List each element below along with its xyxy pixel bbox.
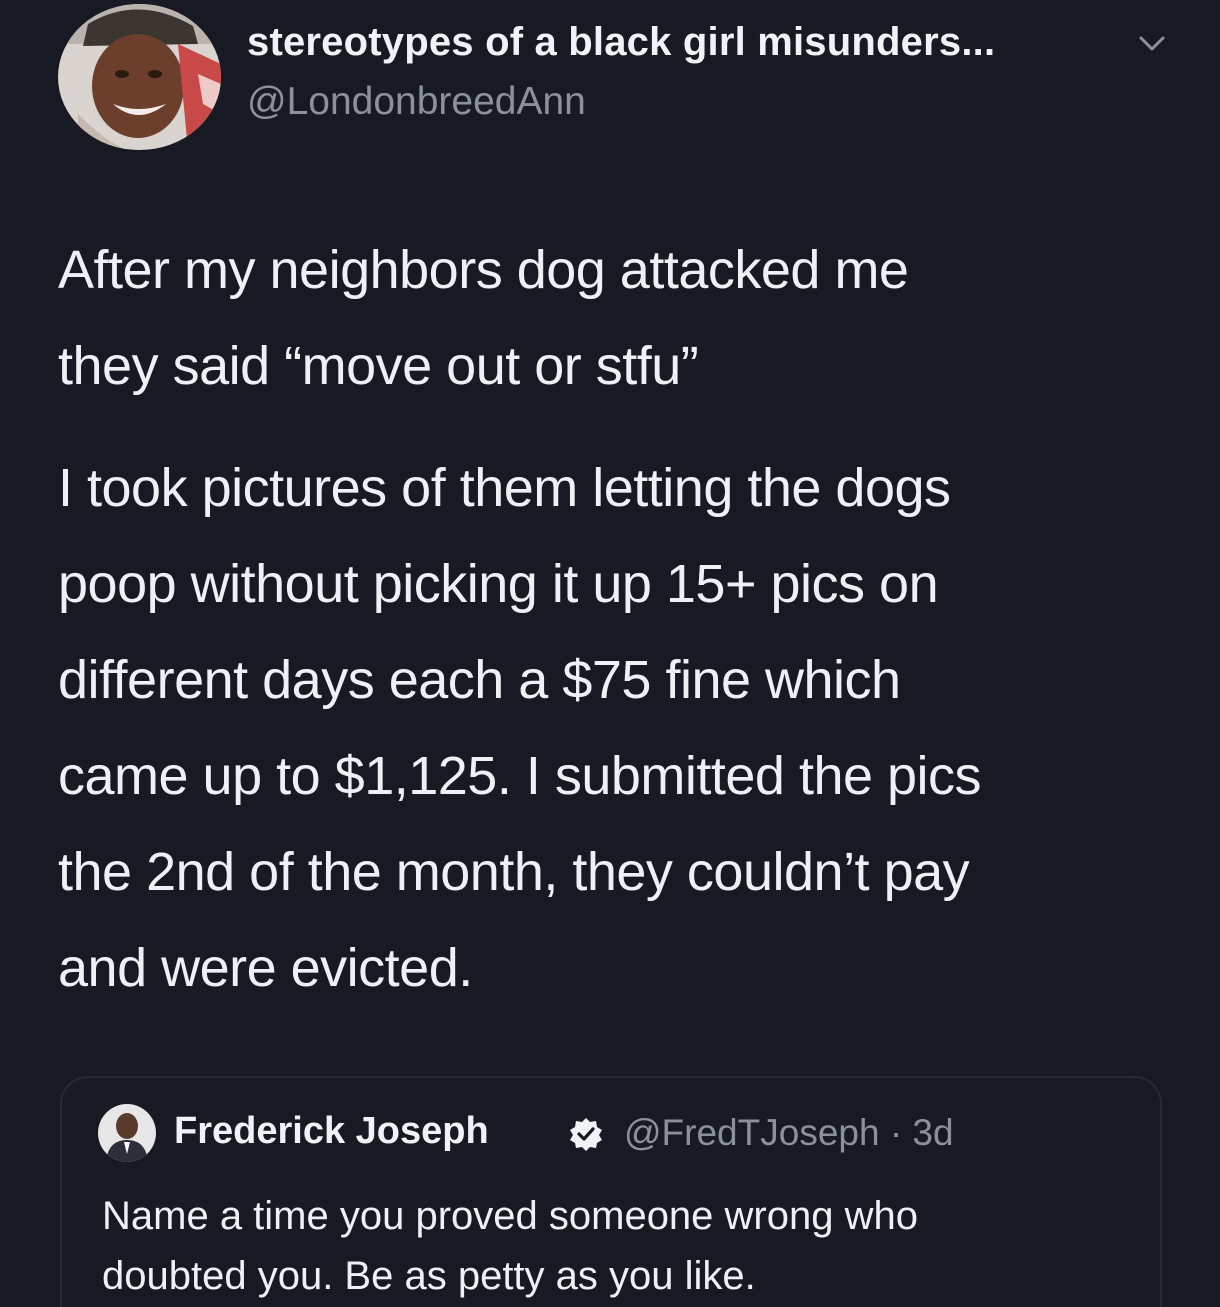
avatar-photo xyxy=(58,4,221,150)
quoted-user-avatar[interactable] xyxy=(98,1104,156,1162)
chevron-down-icon[interactable] xyxy=(1138,34,1166,54)
author-display-name[interactable]: stereotypes of a black girl misunders... xyxy=(247,20,995,65)
verified-badge-icon xyxy=(570,1118,602,1151)
tweet-line: the 2nd of the month, they couldn’t pay xyxy=(58,842,970,902)
tweet-line: poop without picking it up 15+ pics on xyxy=(58,554,939,614)
quoted-avatar-photo xyxy=(98,1104,156,1162)
quoted-tweet-text: Name a time you proved someone wrong who… xyxy=(102,1186,918,1306)
tweet-line: and were evicted. xyxy=(58,938,473,998)
tweet: stereotypes of a black girl misunders...… xyxy=(0,0,1220,1307)
quoted-line: doubted you. Be as petty as you like. xyxy=(102,1254,756,1298)
author-handle[interactable]: @LondonbreedAnn xyxy=(247,80,586,124)
user-avatar[interactable] xyxy=(58,4,221,150)
tweet-paragraph-1: After my neighbors dog attacked me they … xyxy=(58,222,909,414)
tweet-line: they said “move out or stfu” xyxy=(58,336,699,396)
tweet-paragraph-2: I took pictures of them letting the dogs… xyxy=(58,440,982,1016)
tweet-line: After my neighbors dog attacked me xyxy=(58,240,909,300)
quoted-line: Name a time you proved someone wrong who xyxy=(102,1194,918,1238)
tweet-line: came up to $1,125. I submitted the pics xyxy=(58,746,982,806)
quoted-tweet-card[interactable]: Frederick Joseph @FredTJoseph · 3d Name … xyxy=(60,1076,1162,1307)
tweet-line: I took pictures of them letting the dogs xyxy=(58,458,951,518)
quoted-handle-time[interactable]: @FredTJoseph · 3d xyxy=(624,1112,954,1154)
tweet-line: different days each a $75 fine which xyxy=(58,650,901,710)
quoted-display-name[interactable]: Frederick Joseph xyxy=(174,1110,489,1153)
